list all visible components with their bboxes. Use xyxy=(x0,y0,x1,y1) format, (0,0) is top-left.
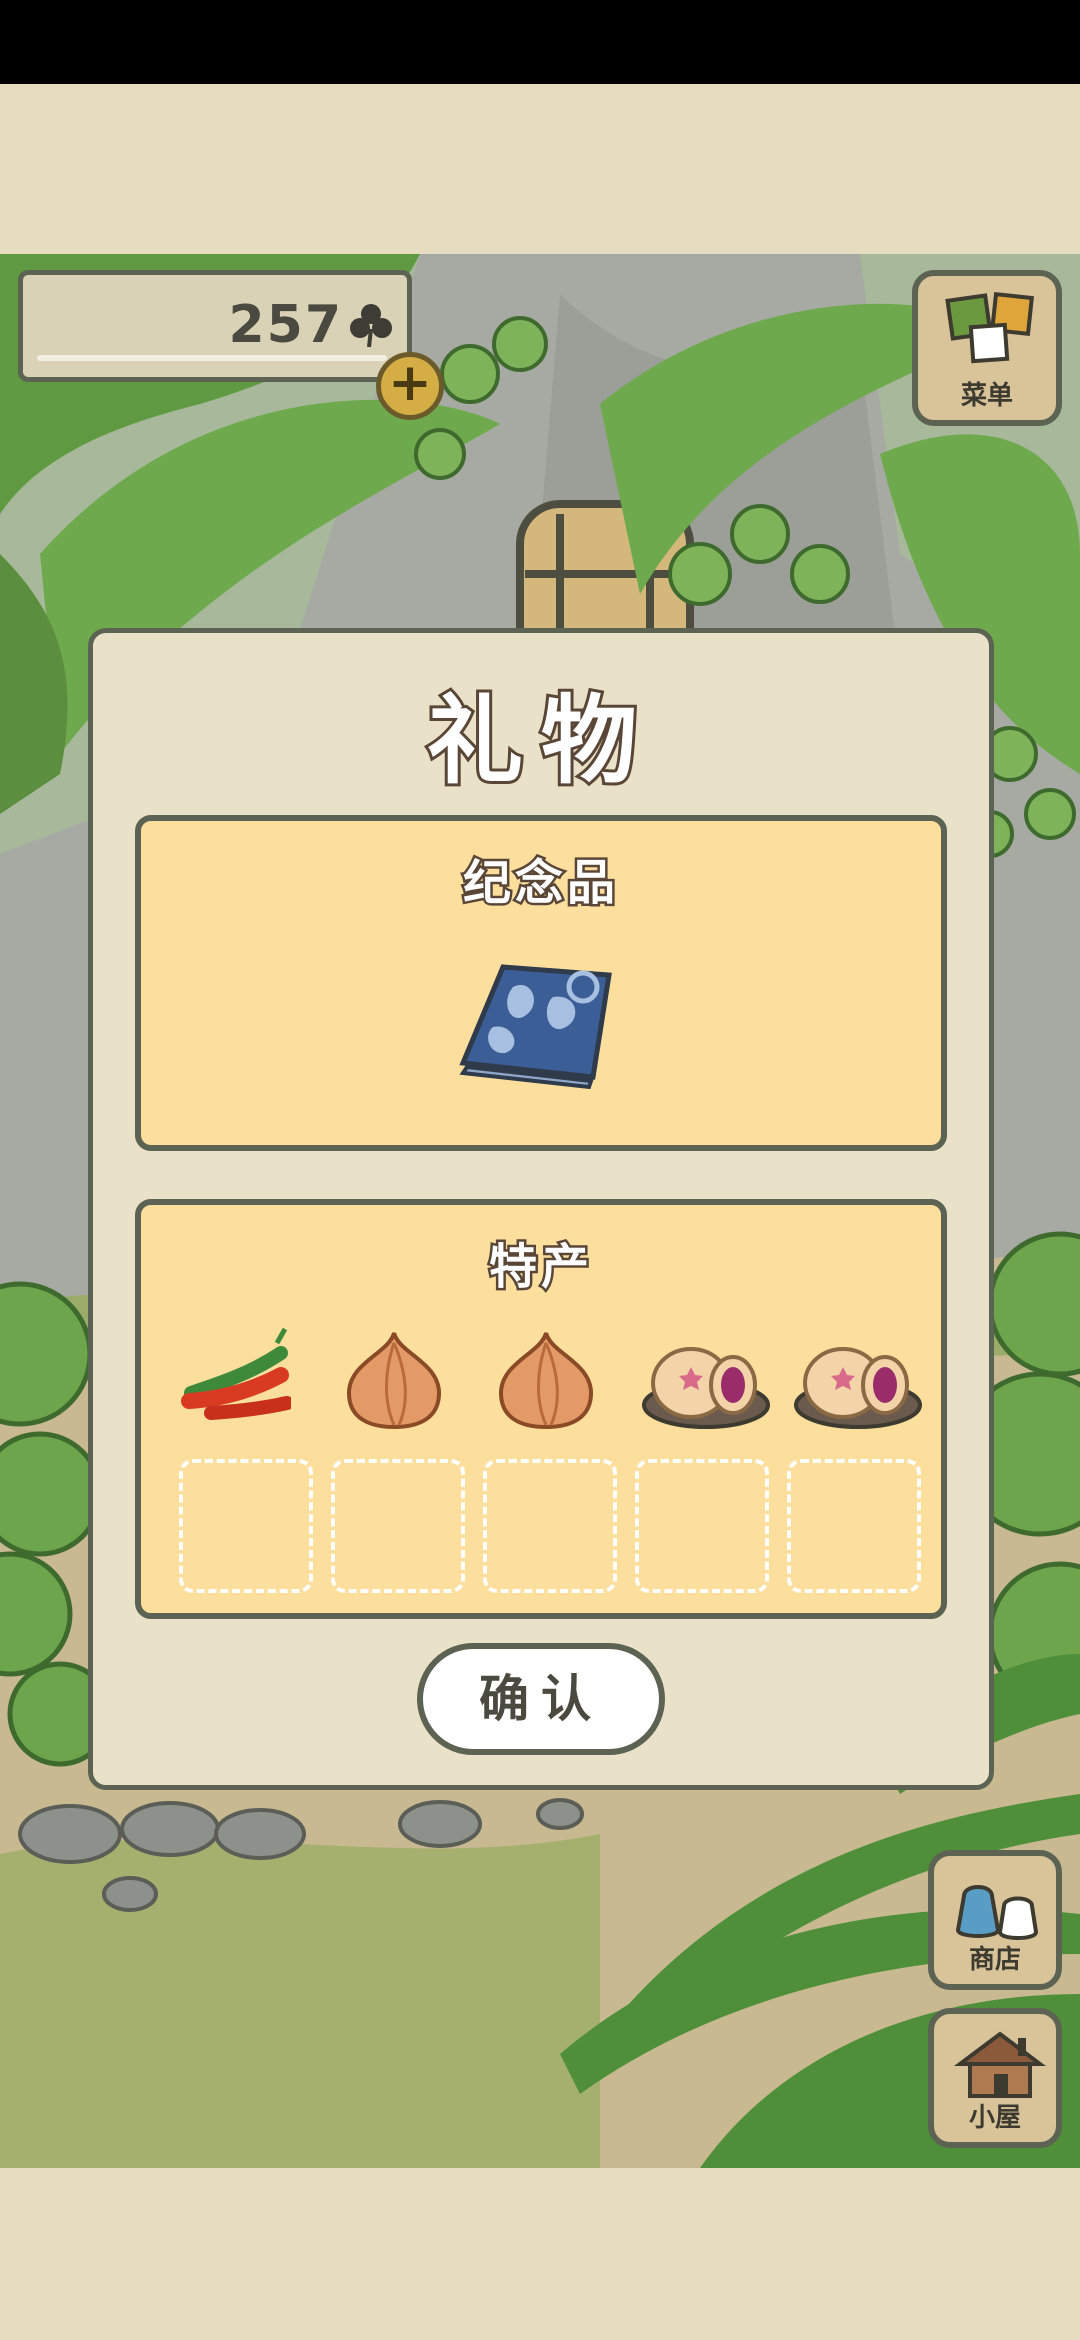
handkerchief-icon[interactable] xyxy=(453,957,619,1093)
plus-icon: + xyxy=(388,353,432,413)
empty-slot[interactable] xyxy=(787,1459,921,1593)
taro-pastry-icon[interactable] xyxy=(641,1323,771,1433)
empty-slot[interactable] xyxy=(635,1459,769,1593)
onion-icon[interactable] xyxy=(339,1323,449,1433)
letterbox-top xyxy=(0,84,1080,254)
empty-slot[interactable] xyxy=(179,1459,313,1593)
chili-pepper-icon[interactable] xyxy=(181,1323,291,1433)
clover-icon xyxy=(350,304,392,348)
taro-pastry-icon[interactable] xyxy=(793,1323,923,1433)
empty-slot[interactable] xyxy=(331,1459,465,1593)
house-label: 小屋 xyxy=(968,2103,1021,2133)
letterbox-bottom xyxy=(0,2168,1080,2340)
empty-slot[interactable] xyxy=(483,1459,617,1593)
dialog-title: 礼物 xyxy=(424,682,655,800)
specialty-panel: 特产 xyxy=(135,1199,947,1619)
bag-icon xyxy=(955,1885,1039,1940)
add-clover-button[interactable]: + xyxy=(376,352,444,420)
shop-label: 商店 xyxy=(968,1945,1021,1975)
clover-underline xyxy=(37,355,387,361)
gift-dialog: 礼物 纪念品 特产 确认 xyxy=(88,628,994,1790)
menu-icon xyxy=(945,292,1034,364)
clover-counter: 257 xyxy=(18,270,412,382)
status-bar xyxy=(0,0,1080,84)
menu-button[interactable]: 菜单 xyxy=(912,270,1062,426)
clover-count: 257 xyxy=(228,295,343,355)
souvenir-panel: 纪念品 xyxy=(135,815,947,1151)
confirm-button[interactable]: 确认 xyxy=(417,1643,665,1755)
house-icon xyxy=(954,2031,1046,2098)
house-button[interactable]: 小屋 xyxy=(928,2008,1062,2148)
onion-icon[interactable] xyxy=(491,1323,601,1433)
shop-button[interactable]: 商店 xyxy=(928,1850,1062,1990)
menu-label: 菜单 xyxy=(960,381,1013,411)
souvenir-title: 纪念品 xyxy=(460,853,619,914)
specialty-title: 特产 xyxy=(486,1237,593,1298)
